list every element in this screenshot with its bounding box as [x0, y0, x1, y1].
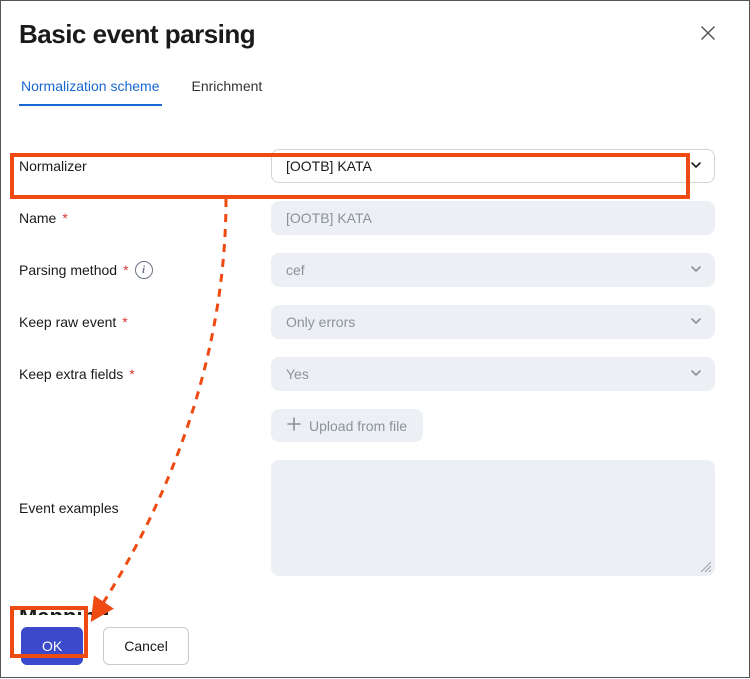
- chevron-down-icon: [690, 262, 702, 278]
- keep-extra-label: Keep extra fields: [19, 366, 123, 382]
- tabs: Normalization scheme Enrichment: [1, 56, 749, 106]
- dialog-title: Basic event parsing: [19, 19, 255, 50]
- chevron-down-icon: [690, 314, 702, 330]
- upload-from-file-button: Upload from file: [271, 409, 423, 442]
- required-mark: *: [122, 314, 127, 330]
- parsing-method-label: Parsing method: [19, 262, 117, 278]
- close-icon[interactable]: [695, 19, 721, 49]
- event-examples-label: Event examples: [19, 500, 119, 516]
- chevron-down-icon: [690, 366, 702, 382]
- info-icon[interactable]: i: [135, 261, 153, 279]
- keep-extra-select: Yes: [271, 357, 715, 391]
- normalizer-select[interactable]: [OOTB] KATA: [271, 149, 715, 183]
- keep-raw-select: Only errors: [271, 305, 715, 339]
- cancel-button[interactable]: Cancel: [103, 627, 189, 665]
- dialog-basic-event-parsing: Basic event parsing Normalization scheme…: [1, 1, 749, 677]
- keep-raw-label: Keep raw event: [19, 314, 116, 330]
- mapping-section-title: Mapping: [19, 604, 715, 615]
- required-mark: *: [62, 210, 67, 226]
- parsing-method-select: cef: [271, 253, 715, 287]
- normalizer-value: [OOTB] KATA: [286, 158, 372, 174]
- event-examples-textarea[interactable]: [271, 460, 715, 576]
- name-label: Name: [19, 210, 56, 226]
- tab-enrichment[interactable]: Enrichment: [190, 78, 265, 106]
- required-mark: *: [129, 366, 134, 382]
- tab-normalization-scheme[interactable]: Normalization scheme: [19, 78, 162, 106]
- normalizer-label: Normalizer: [19, 158, 87, 174]
- ok-button[interactable]: OK: [21, 627, 83, 665]
- required-mark: *: [123, 262, 128, 278]
- chevron-down-icon: [690, 158, 702, 174]
- plus-icon: [287, 417, 301, 434]
- resize-handle-icon: [699, 560, 711, 572]
- name-input: [OOTB] KATA: [271, 201, 715, 235]
